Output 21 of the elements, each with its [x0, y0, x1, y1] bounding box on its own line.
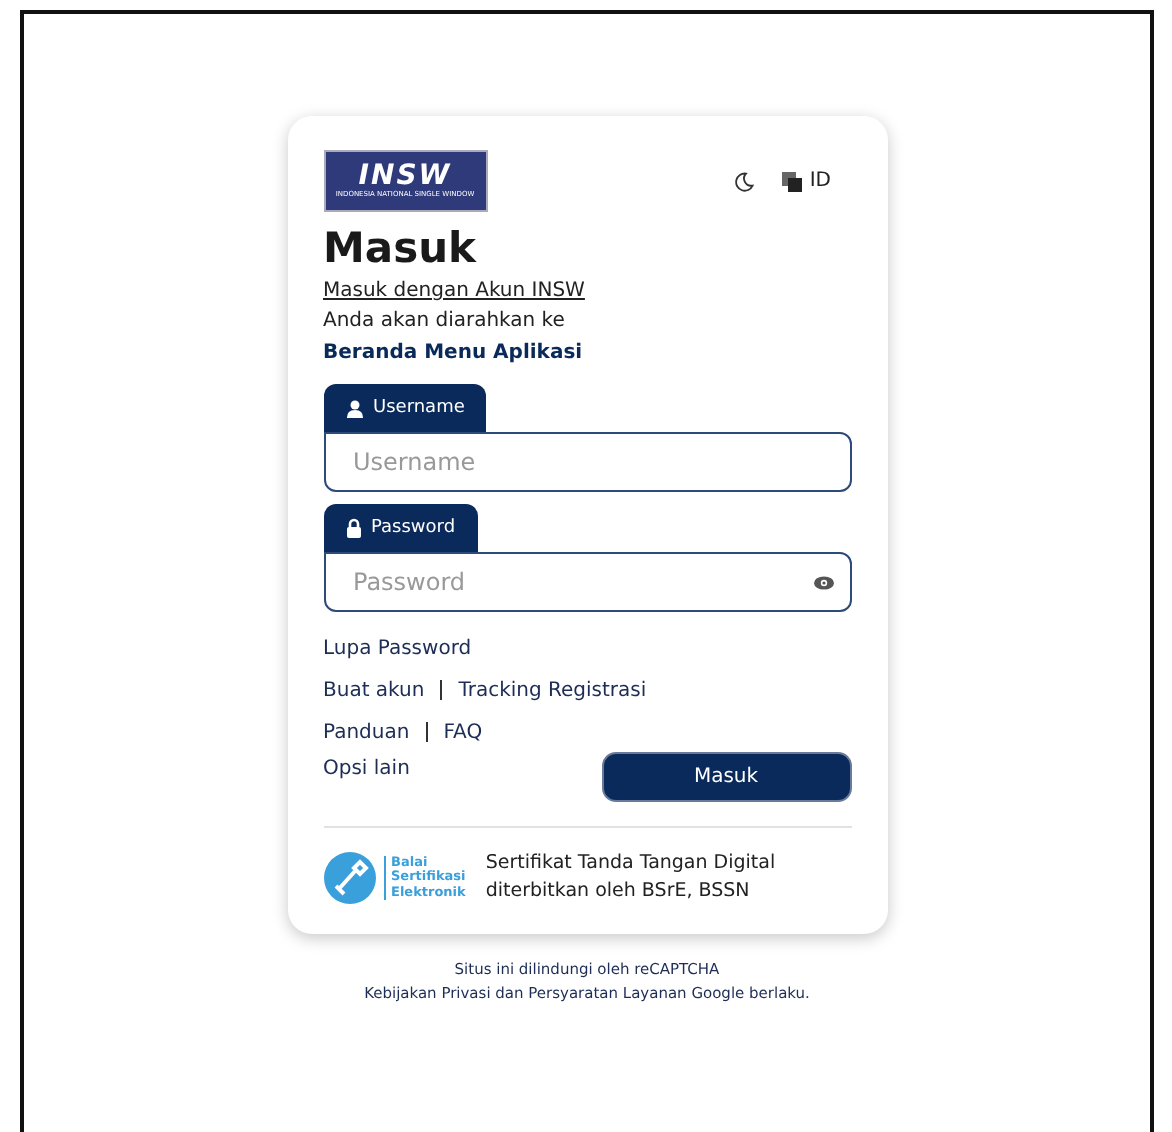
redirect-target: Beranda Menu Aplikasi — [323, 340, 585, 368]
text-link[interactable]: Panduan — [323, 721, 410, 743]
insw-login-link[interactable]: Masuk dengan Akun INSW — [323, 278, 851, 306]
eye-icon[interactable] — [813, 575, 833, 589]
text-link[interactable]: Buat akun — [323, 679, 425, 701]
other-options-link[interactable]: Opsi lain — [323, 758, 410, 780]
text-input[interactable]: Username — [349, 446, 833, 478]
moon-icon[interactable] — [733, 171, 754, 191]
user-icon — [345, 399, 363, 417]
language-button[interactable]: ID — [781, 170, 831, 192]
input-field[interactable]: Password — [323, 552, 851, 612]
text-link[interactable]: FAQ — [443, 721, 483, 743]
text-link[interactable]: Lupa Password — [323, 637, 472, 659]
input-field[interactable]: Username — [323, 432, 851, 492]
text-link[interactable]: Tracking Registrasi — [458, 679, 647, 701]
text-input[interactable]: Password — [349, 566, 813, 598]
login-button[interactable]: Masuk — [601, 752, 851, 802]
lock-icon — [345, 518, 361, 538]
redirect-note: Anda akan diarahkan ke — [323, 308, 567, 336]
certificate-note: Sertifikat Tanda Tangan Digital diterbitkan oleh BSrE, BSSN — [485, 850, 778, 906]
page-title: Masuk — [323, 224, 479, 272]
